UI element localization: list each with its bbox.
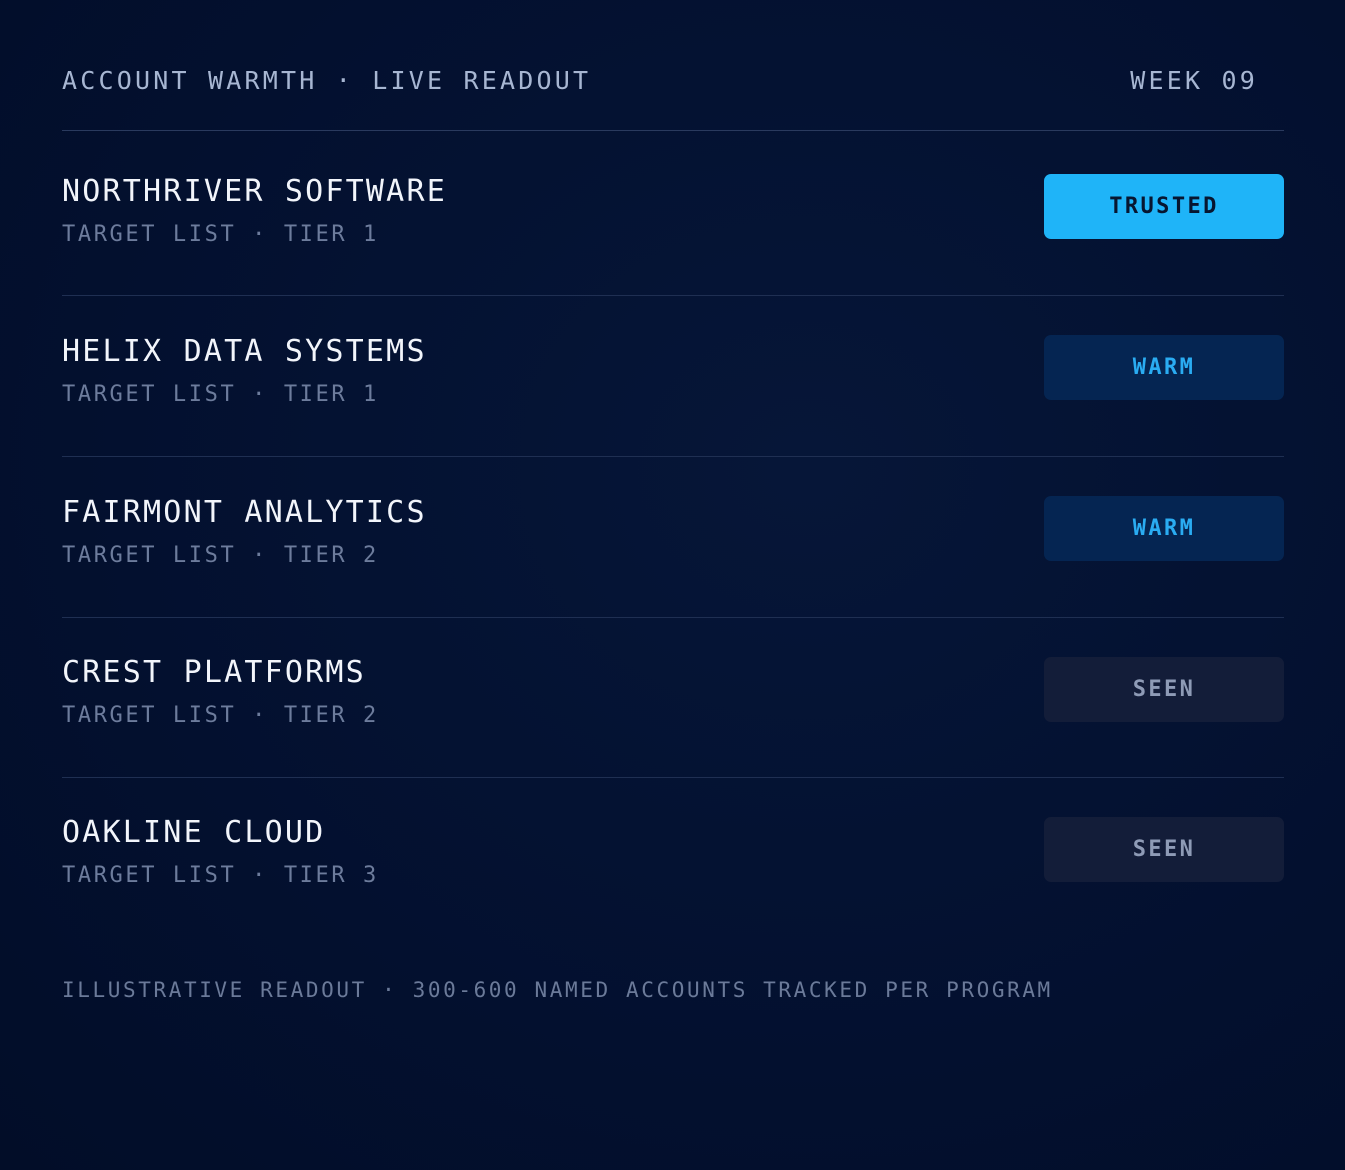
account-row: NORTHRIVER SOFTWARE TARGET LIST · TIER 1… <box>62 174 1284 334</box>
account-name: CREST PLATFORMS <box>62 655 366 690</box>
account-row: OAKLINE CLOUD TARGET LIST · TIER 3 SEEN <box>62 815 1284 975</box>
status-badge-trusted: TRUSTED <box>1044 174 1284 239</box>
week-label: WEEK 09 <box>1130 65 1258 95</box>
account-row: CREST PLATFORMS TARGET LIST · TIER 2 SEE… <box>62 655 1284 815</box>
account-row: FAIRMONT ANALYTICS TARGET LIST · TIER 2 … <box>62 495 1284 655</box>
status-badge-seen: SEEN <box>1044 657 1284 722</box>
account-meta: TARGET LIST · TIER 1 <box>62 222 379 247</box>
account-name: FAIRMONT ANALYTICS <box>62 495 427 530</box>
account-meta: TARGET LIST · TIER 2 <box>62 703 379 728</box>
status-badge-seen: SEEN <box>1044 817 1284 882</box>
status-badge-warm: WARM <box>1044 335 1284 400</box>
row-divider <box>62 295 1284 296</box>
account-name: NORTHRIVER SOFTWARE <box>62 174 447 209</box>
account-row: HELIX DATA SYSTEMS TARGET LIST · TIER 1 … <box>62 334 1284 494</box>
readout-panel: ACCOUNT WARMTH · LIVE READOUT WEEK 09 NO… <box>0 0 1345 1170</box>
account-name: OAKLINE CLOUD <box>62 815 326 850</box>
footnote: ILLUSTRATIVE READOUT · 300-600 NAMED ACC… <box>62 978 1053 1002</box>
page-title: ACCOUNT WARMTH · LIVE READOUT <box>62 65 592 95</box>
account-name: HELIX DATA SYSTEMS <box>62 334 427 369</box>
header-divider <box>62 130 1284 131</box>
row-divider <box>62 617 1284 618</box>
header: ACCOUNT WARMTH · LIVE READOUT WEEK 09 <box>62 62 1258 98</box>
account-meta: TARGET LIST · TIER 3 <box>62 863 379 888</box>
account-meta: TARGET LIST · TIER 2 <box>62 543 379 568</box>
status-badge-warm: WARM <box>1044 496 1284 561</box>
account-meta: TARGET LIST · TIER 1 <box>62 382 379 407</box>
row-divider <box>62 456 1284 457</box>
row-divider <box>62 777 1284 778</box>
